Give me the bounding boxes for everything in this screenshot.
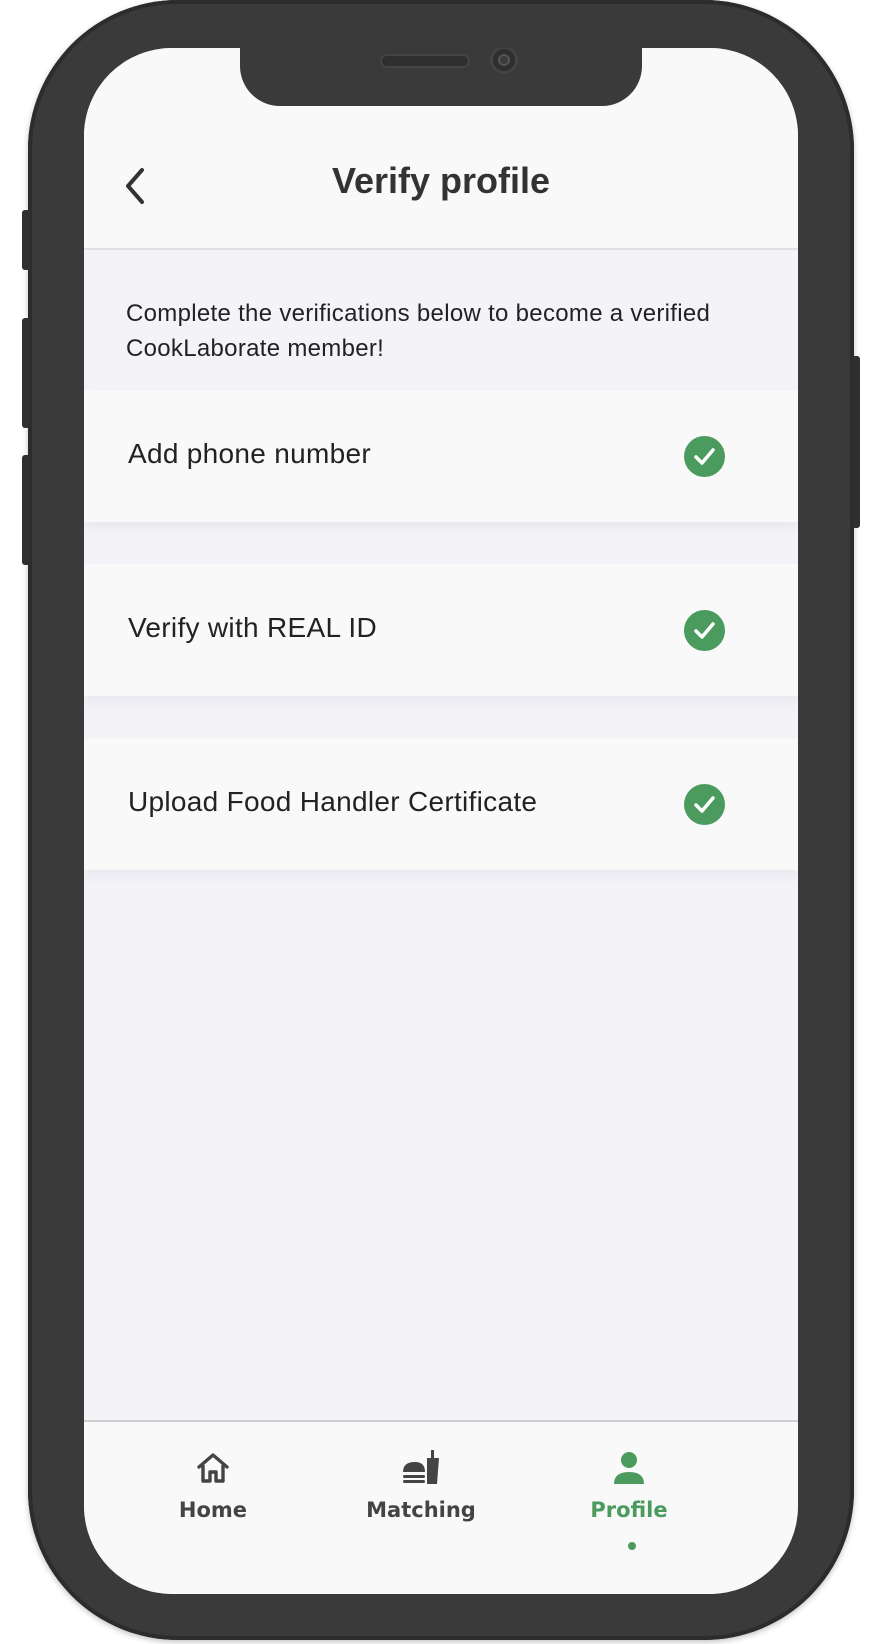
speaker-grille xyxy=(380,54,470,68)
check-circle-icon xyxy=(684,784,725,825)
check-circle-icon xyxy=(684,436,725,477)
home-icon xyxy=(197,1453,229,1483)
tab-label: Profile xyxy=(590,1498,668,1522)
power-button xyxy=(852,356,860,528)
mute-switch xyxy=(22,210,30,270)
verification-label: Add phone number xyxy=(128,438,371,469)
verification-item-food-handler[interactable]: Upload Food Handler Certificate xyxy=(84,738,798,870)
volume-up-button xyxy=(22,318,30,428)
tab-profile[interactable]: Profile xyxy=(549,1448,709,1548)
notch xyxy=(240,48,642,106)
verification-label: Verify with REAL ID xyxy=(128,612,377,643)
bottom-tab-bar: Home Matching Profile xyxy=(84,1420,798,1594)
active-tab-indicator xyxy=(628,1542,636,1550)
tab-label: Matching xyxy=(366,1498,476,1522)
page-title: Verify profile xyxy=(331,160,551,201)
tab-matching[interactable]: Matching xyxy=(341,1448,501,1548)
verification-label: Upload Food Handler Certificate xyxy=(128,786,538,817)
phone-screen: Verify profile Complete the verification… xyxy=(84,48,798,1594)
food-icon xyxy=(403,1450,439,1484)
front-camera xyxy=(490,48,518,74)
check-circle-icon xyxy=(684,610,725,651)
verification-item-real-id[interactable]: Verify with REAL ID xyxy=(84,564,798,696)
person-icon xyxy=(614,1452,644,1484)
intro-text: Complete the verifications below to beco… xyxy=(126,300,711,362)
tab-home[interactable]: Home xyxy=(133,1448,293,1548)
volume-down-button xyxy=(22,455,30,565)
tab-label: Home xyxy=(178,1498,248,1522)
verification-item-phone[interactable]: Add phone number xyxy=(84,390,798,522)
